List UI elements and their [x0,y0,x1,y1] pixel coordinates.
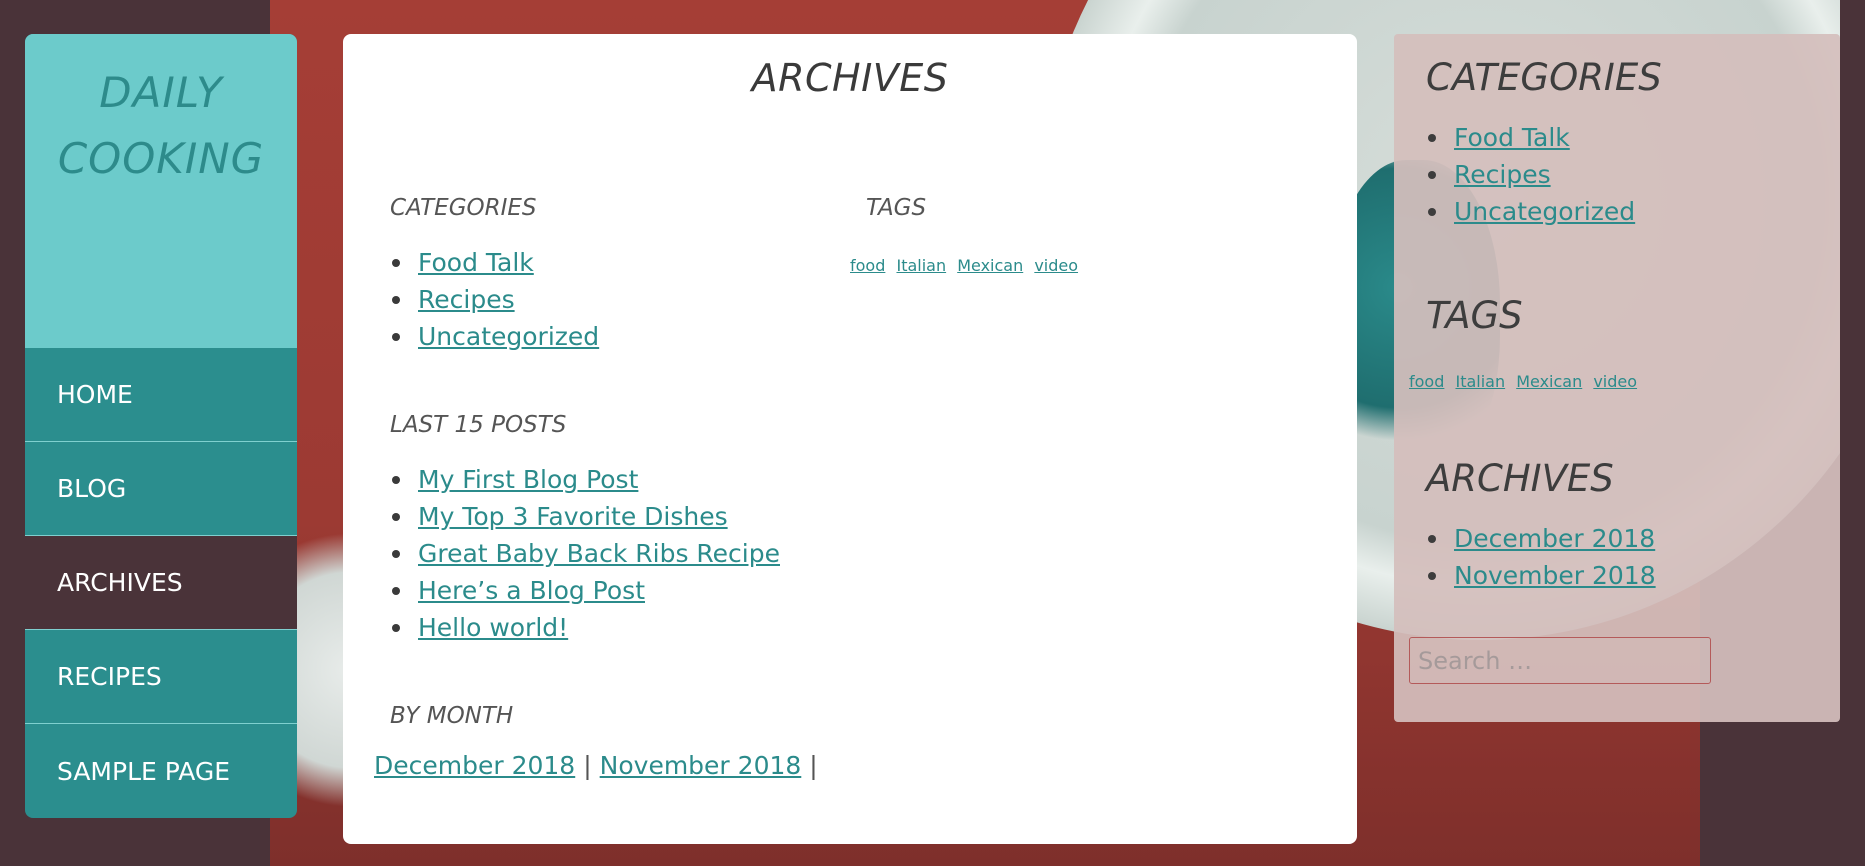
post-link[interactable]: Hello world! [418,613,568,642]
list-item: November 2018 [1394,557,1656,594]
tag-cloud: food Italian Mexican video [850,256,1084,275]
main-content: ARCHIVES CATEGORIES Food Talk Recipes Un… [343,34,1357,844]
category-link[interactable]: Recipes [1454,160,1551,189]
list-item: December 2018 [1394,520,1656,557]
list-item: Hello world! [358,609,780,646]
archive-link[interactable]: December 2018 [1454,524,1655,553]
sidebar-categories-list: Food Talk Recipes Uncategorized [1394,119,1635,230]
post-link[interactable]: My First Blog Post [418,465,638,494]
month-link[interactable]: December 2018 [374,751,575,780]
by-month-list: December 2018 | November 2018 | [374,751,826,780]
site-title-line-2: COOKING [57,134,265,183]
list-item: My Top 3 Favorite Dishes [358,498,780,535]
search-placeholder: Search … [1418,646,1533,675]
list-item: Food Talk [358,244,599,281]
tag-link[interactable]: Italian [896,256,946,275]
month-link[interactable]: November 2018 [600,751,802,780]
list-item: Food Talk [1394,119,1635,156]
search-input[interactable]: Search … [1409,637,1711,684]
by-month-heading: BY MONTH [390,703,514,729]
tag-link[interactable]: video [1593,372,1637,391]
nav-item-home[interactable]: HOME [25,348,297,442]
category-link[interactable]: Recipes [418,285,515,314]
post-link[interactable]: Great Baby Back Ribs Recipe [418,539,780,568]
sidebar-archives-list: December 2018 November 2018 [1394,520,1656,594]
nav-item-blog[interactable]: BLOG [25,442,297,536]
post-link[interactable]: Here’s a Blog Post [418,576,645,605]
list-item: Uncategorized [1394,193,1635,230]
list-item: Here’s a Blog Post [358,572,780,609]
nav-item-sample-page[interactable]: SAMPLE PAGE [25,724,297,818]
tag-link[interactable]: Mexican [1516,372,1582,391]
category-link[interactable]: Uncategorized [1454,197,1635,226]
archive-link[interactable]: November 2018 [1454,561,1656,590]
tag-link[interactable]: Italian [1455,372,1505,391]
categories-list: Food Talk Recipes Uncategorized [358,244,599,355]
sidebar-tags-heading: TAGS [1426,294,1523,337]
site-title-line-1: DAILY [99,68,223,117]
list-item: Great Baby Back Ribs Recipe [358,535,780,572]
list-item: Uncategorized [358,318,599,355]
last-posts-list: My First Blog Post My Top 3 Favorite Dis… [358,461,780,646]
tag-link[interactable]: video [1034,256,1078,275]
category-link[interactable]: Uncategorized [418,322,599,351]
sidebar-tag-cloud: food Italian Mexican video [1409,372,1643,391]
list-item: My First Blog Post [358,461,780,498]
tag-link[interactable]: food [1409,372,1444,391]
left-sidebar: DAILY COOKING HOME BLOG ARCHIVES RECIPES… [25,34,297,818]
tags-heading: TAGS [866,195,927,221]
separator: | [809,751,818,780]
sidebar-archives-heading: ARCHIVES [1426,457,1614,500]
separator: | [583,751,592,780]
sidebar-categories-heading: CATEGORIES [1426,56,1662,99]
right-sidebar: CATEGORIES Food Talk Recipes Uncategoriz… [1394,34,1840,722]
categories-heading: CATEGORIES [390,195,537,221]
list-item: Recipes [358,281,599,318]
category-link[interactable]: Food Talk [1454,123,1570,152]
site-brand[interactable]: DAILY COOKING [25,34,297,348]
nav-item-archives[interactable]: ARCHIVES [25,536,297,630]
page-title: ARCHIVES [751,56,949,100]
post-link[interactable]: My Top 3 Favorite Dishes [418,502,728,531]
tag-link[interactable]: food [850,256,885,275]
list-item: Recipes [1394,156,1635,193]
category-link[interactable]: Food Talk [418,248,534,277]
tag-link[interactable]: Mexican [957,256,1023,275]
last-posts-heading: LAST 15 POSTS [390,412,567,438]
nav-item-recipes[interactable]: RECIPES [25,630,297,724]
